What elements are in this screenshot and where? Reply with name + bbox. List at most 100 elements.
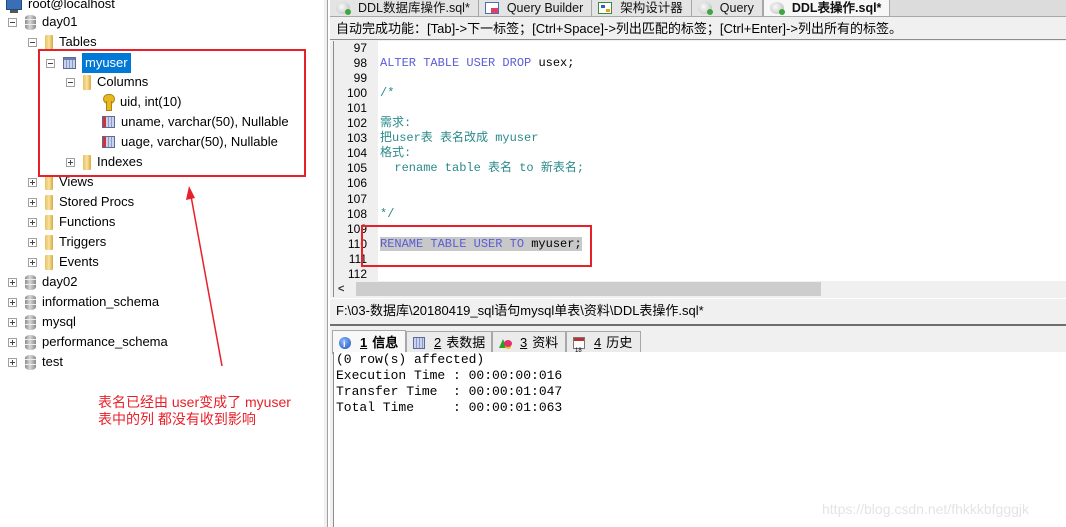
expand-toggle-icon[interactable] bbox=[28, 237, 37, 247]
code-token: rename table 表名 to 新表名; bbox=[380, 161, 585, 176]
expand-toggle-icon[interactable] bbox=[28, 257, 37, 267]
tree-db-information-schema[interactable]: information_schema bbox=[8, 292, 159, 312]
db-label: information_schema bbox=[42, 294, 160, 309]
tab-query-builder[interactable]: Query Builder bbox=[478, 0, 593, 16]
code-line[interactable]: 100 /* bbox=[334, 86, 1066, 101]
code-line[interactable]: 112 bbox=[334, 267, 1066, 281]
output-line: Total Time : 00:00:01:063 bbox=[336, 400, 563, 415]
server-icon bbox=[6, 0, 22, 13]
line-number: 100 bbox=[346, 86, 367, 101]
code-line[interactable]: 99 bbox=[334, 71, 1066, 86]
line-number: 106 bbox=[346, 176, 367, 191]
query-builder-icon bbox=[484, 2, 499, 14]
code-text: 需求: bbox=[380, 116, 411, 131]
code-token: /* bbox=[380, 86, 395, 101]
tree-db-mysql[interactable]: mysql bbox=[8, 312, 76, 332]
folder-icon bbox=[45, 254, 53, 270]
scrollbar-thumb[interactable] bbox=[356, 282, 821, 296]
code-line[interactable]: 106 bbox=[334, 176, 1066, 191]
tab-ddl-table[interactable]: DDL表操作.sql* bbox=[762, 0, 891, 16]
code-line[interactable]: 97 bbox=[334, 41, 1066, 56]
code-token: ALTER TABLE USER DROP bbox=[380, 56, 539, 71]
folder-label: Events bbox=[59, 254, 99, 269]
annotation-highlight-box-rename bbox=[361, 225, 592, 267]
line-number: 105 bbox=[346, 161, 367, 176]
annotation-text-line2: 表中的列 都没有收到影响 bbox=[98, 411, 256, 427]
sql-file-icon bbox=[336, 2, 351, 15]
expand-toggle-icon[interactable] bbox=[28, 197, 37, 207]
result-tab-table-data[interactable]: 2 表数据 bbox=[406, 331, 492, 353]
line-number: 107 bbox=[346, 191, 367, 206]
history-calendar-icon bbox=[573, 336, 585, 362]
tree-folder-events[interactable]: Events bbox=[28, 252, 99, 272]
info-icon bbox=[339, 333, 351, 355]
line-number: 98 bbox=[353, 56, 367, 71]
tree-folder-stored-procs[interactable]: Stored Procs bbox=[28, 192, 134, 212]
tab-label: DDL表操作.sql* bbox=[791, 0, 882, 15]
folder-icon bbox=[45, 214, 53, 230]
code-text: /* bbox=[380, 86, 394, 101]
collapse-toggle-icon[interactable] bbox=[28, 37, 37, 47]
output-line: Transfer Time : 00:00:01:047 bbox=[336, 384, 563, 399]
scroll-left-arrow-icon[interactable]: < bbox=[338, 281, 344, 297]
expand-toggle-icon[interactable] bbox=[28, 177, 37, 187]
tab-label: Query Builder bbox=[506, 0, 584, 15]
folder-icon bbox=[45, 194, 53, 210]
code-text: */ bbox=[380, 207, 394, 222]
tab-ddl-database[interactable]: DDL数据库操作.sql* bbox=[330, 0, 479, 16]
annotation-text-line1: 表名已经由 user变成了 myuser bbox=[98, 394, 291, 410]
code-token: 需求: bbox=[380, 116, 412, 131]
tree-folder-triggers[interactable]: Triggers bbox=[28, 232, 106, 252]
tree-folder-functions[interactable]: Functions bbox=[28, 212, 115, 232]
code-token: 把user表 表名改成 myuser bbox=[380, 131, 539, 146]
collapse-toggle-icon[interactable] bbox=[8, 17, 17, 27]
code-line[interactable]: 107 bbox=[334, 192, 1066, 207]
tree-db-performance-schema[interactable]: performance_schema bbox=[8, 332, 168, 352]
code-text: ALTER TABLE USER DROP usex; bbox=[380, 56, 574, 71]
database-icon bbox=[25, 14, 36, 30]
code-token: 格式: bbox=[380, 146, 412, 161]
expand-toggle-icon[interactable] bbox=[8, 337, 17, 347]
code-line[interactable]: 104 格式: bbox=[334, 146, 1066, 161]
database-icon bbox=[25, 334, 36, 350]
tab-label: 架构设计器 bbox=[620, 0, 683, 15]
code-text: 把user表 表名改成 myuser bbox=[380, 131, 538, 146]
autocomplete-hint-bar: 自动完成功能：[Tab]->下一标签；[Ctrl+Space]->列出匹配的标签… bbox=[330, 18, 1066, 40]
expand-toggle-icon[interactable] bbox=[28, 217, 37, 227]
expand-toggle-icon[interactable] bbox=[8, 297, 17, 307]
tab-label: Query bbox=[719, 0, 754, 15]
code-line[interactable]: 105 rename table 表名 to 新表名; bbox=[334, 161, 1066, 176]
result-tab-strip: 1 信息 2 表数据 3 资料 4 历史 bbox=[330, 324, 1066, 362]
output-line: (0 row(s) affected) bbox=[336, 352, 485, 367]
result-tab-history[interactable]: 4 历史 bbox=[566, 331, 641, 362]
editor-horizontal-scrollbar[interactable]: < bbox=[333, 281, 1066, 297]
expand-toggle-icon[interactable] bbox=[8, 317, 17, 327]
db-label: day02 bbox=[42, 274, 78, 289]
tree-db-day01[interactable]: day01 bbox=[8, 12, 77, 32]
tab-query[interactable]: Query bbox=[691, 0, 763, 16]
expand-toggle-icon[interactable] bbox=[8, 357, 17, 367]
db-label: day01 bbox=[42, 14, 78, 29]
folder-label: Functions bbox=[59, 214, 116, 229]
code-line[interactable]: 108 */ bbox=[334, 207, 1066, 222]
folder-label: Triggers bbox=[59, 234, 107, 249]
code-line[interactable]: 103 把user表 表名改成 myuser bbox=[334, 131, 1066, 146]
database-icon bbox=[25, 314, 36, 330]
line-number: 108 bbox=[346, 206, 367, 221]
code-line[interactable]: 101 bbox=[334, 101, 1066, 116]
table-data-icon bbox=[413, 336, 425, 349]
code-line[interactable]: 98 ALTER TABLE USER DROP usex; bbox=[334, 56, 1066, 71]
expand-toggle-icon[interactable] bbox=[8, 277, 17, 287]
line-number: 97 bbox=[353, 41, 367, 55]
tab-schema-designer[interactable]: 架构设计器 bbox=[592, 0, 692, 16]
code-line[interactable]: 102 需求: bbox=[334, 116, 1066, 131]
result-tab-resources[interactable]: 3 资料 bbox=[492, 331, 566, 353]
database-icon bbox=[25, 294, 36, 310]
tree-db-test[interactable]: test bbox=[8, 352, 63, 372]
object-browser-scroll-edge[interactable] bbox=[324, 0, 327, 527]
db-label: test bbox=[42, 354, 63, 369]
code-text: rename table 表名 to 新表名; bbox=[380, 161, 584, 176]
file-path-bar: F:\03-数据库\20180419_sql语句mysql单表\资料\DDL表操… bbox=[330, 298, 1066, 322]
tree-db-day02[interactable]: day02 bbox=[8, 272, 77, 292]
result-tab-info[interactable]: 1 信息 bbox=[332, 330, 406, 355]
